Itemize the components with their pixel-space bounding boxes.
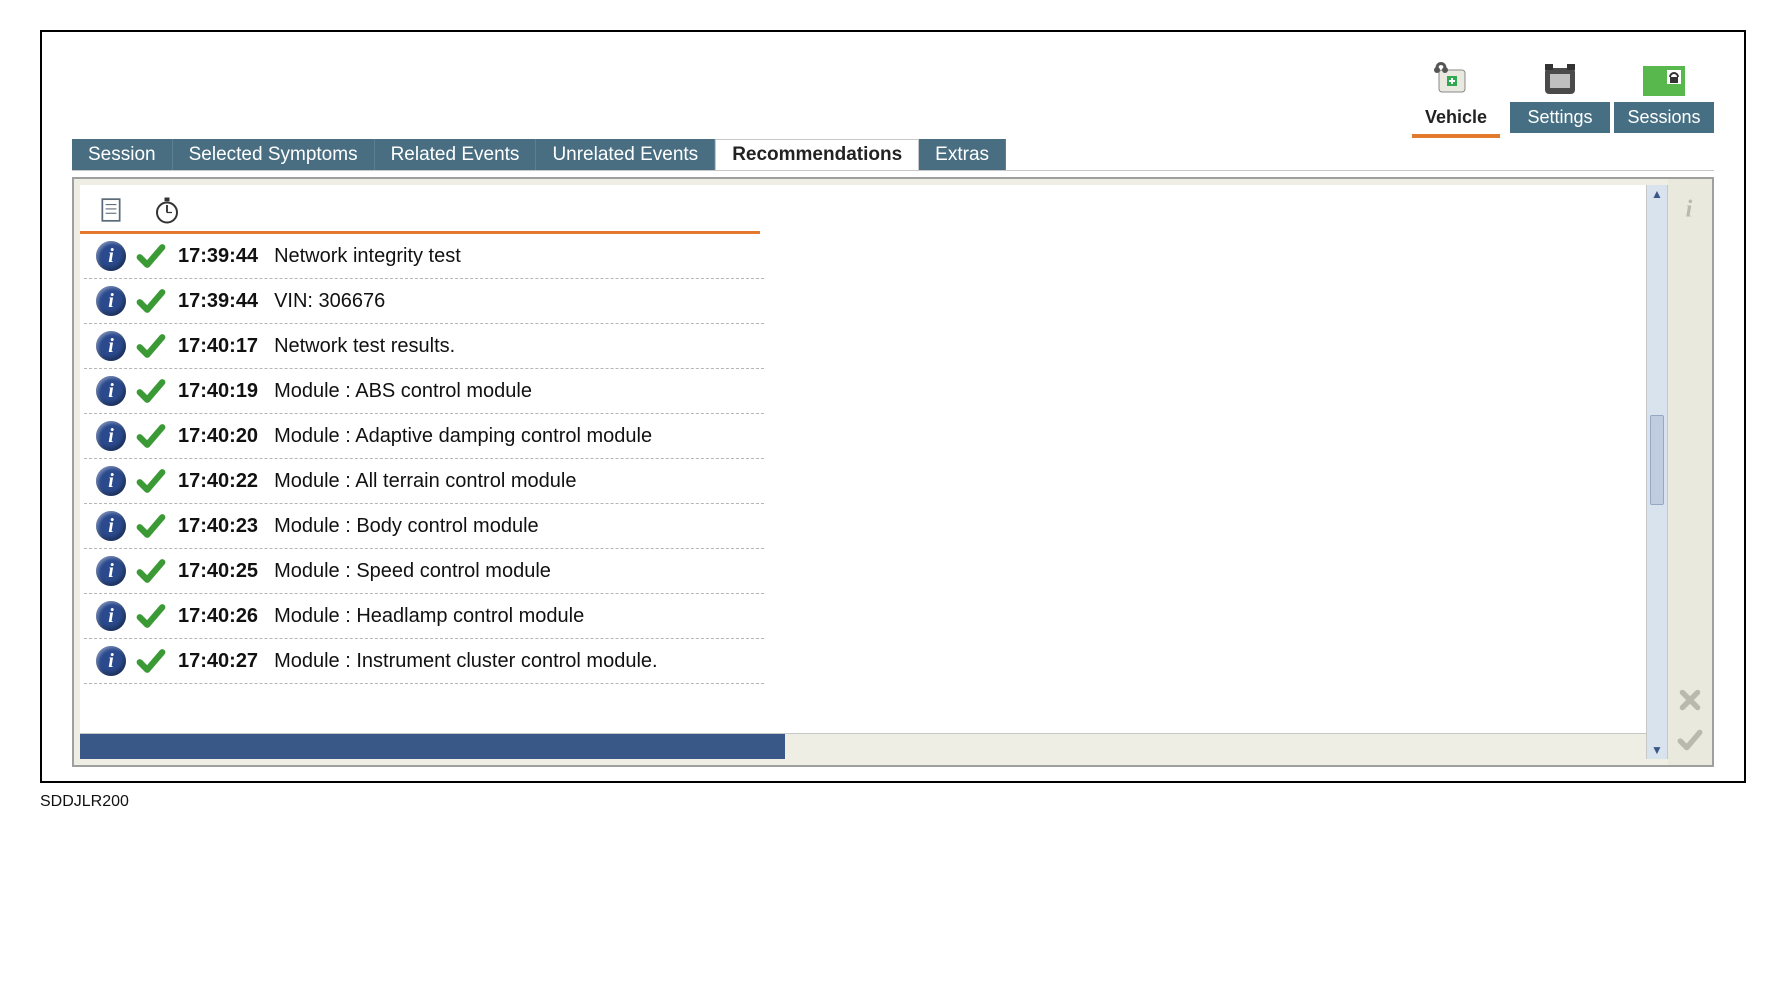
tab-unrelated-events[interactable]: Unrelated Events bbox=[536, 139, 715, 170]
horizontal-scrollbar[interactable] bbox=[80, 733, 1646, 759]
info-badge-icon[interactable]: i bbox=[96, 286, 126, 316]
main-area: i 17:39:44 Network integrity test i 17:39:44… bbox=[72, 177, 1714, 767]
info-badge-icon[interactable]: i bbox=[96, 601, 126, 631]
status-check-icon bbox=[136, 646, 166, 676]
list-row[interactable]: i 17:40:23 Module : Body control module bbox=[84, 504, 764, 549]
row-time: 17:40:26 bbox=[178, 605, 258, 628]
row-description: Module : All terrain control module bbox=[274, 470, 576, 493]
tab-recommendations[interactable]: Recommendations bbox=[715, 139, 919, 170]
row-time: 17:39:44 bbox=[178, 245, 258, 268]
status-check-icon bbox=[136, 601, 166, 631]
tab-session[interactable]: Session bbox=[72, 139, 173, 170]
status-check-icon bbox=[136, 466, 166, 496]
status-check-icon bbox=[136, 286, 166, 316]
hscroll-thumb[interactable] bbox=[80, 734, 785, 759]
tab-selected-symptoms[interactable]: Selected Symptoms bbox=[173, 139, 375, 170]
topnav-settings[interactable]: Settings bbox=[1510, 56, 1610, 133]
row-time: 17:40:22 bbox=[178, 470, 258, 493]
info-icon[interactable]: i bbox=[1675, 193, 1705, 223]
list-row[interactable]: i 17:40:25 Module : Speed control module bbox=[84, 549, 764, 594]
info-badge-icon[interactable]: i bbox=[96, 646, 126, 676]
tabs-row: SessionSelected SymptomsRelated EventsUn… bbox=[72, 139, 1714, 171]
sessions-icon bbox=[1641, 56, 1687, 100]
list-row[interactable]: i 17:40:22 Module : All terrain control mo… bbox=[84, 459, 764, 504]
row-description: Module : Adaptive damping control module bbox=[274, 425, 652, 448]
topnav-label: Settings bbox=[1510, 102, 1610, 133]
top-nav: VehicleSettingsSessions bbox=[72, 56, 1714, 133]
list-row[interactable]: i 17:39:44 Network integrity test bbox=[84, 234, 764, 279]
status-check-icon bbox=[136, 556, 166, 586]
check-icon[interactable] bbox=[1675, 725, 1705, 755]
info-badge-icon[interactable]: i bbox=[96, 331, 126, 361]
status-check-icon bbox=[136, 511, 166, 541]
status-check-icon bbox=[136, 241, 166, 271]
row-time: 17:40:25 bbox=[178, 560, 258, 583]
row-time: 17:40:27 bbox=[178, 650, 258, 673]
list-row[interactable]: i 17:40:19 Module : ABS control module bbox=[84, 369, 764, 414]
scroll-up-arrow[interactable]: ▲ bbox=[1647, 185, 1667, 203]
list-row[interactable]: i 17:40:17 Network test results. bbox=[84, 324, 764, 369]
row-time: 17:39:44 bbox=[178, 290, 258, 313]
row-description: VIN: 306676 bbox=[274, 290, 385, 313]
row-time: 17:40:23 bbox=[178, 515, 258, 538]
status-check-icon bbox=[136, 331, 166, 361]
topnav-vehicle[interactable]: Vehicle bbox=[1406, 56, 1506, 133]
settings-icon bbox=[1537, 56, 1583, 100]
info-badge-icon[interactable]: i bbox=[96, 466, 126, 496]
row-description: Network integrity test bbox=[274, 245, 461, 268]
info-badge-icon[interactable]: i bbox=[96, 376, 126, 406]
close-icon[interactable] bbox=[1675, 685, 1705, 715]
row-description: Network test results. bbox=[274, 335, 455, 358]
topnav-label: Vehicle bbox=[1406, 102, 1506, 133]
info-badge-icon[interactable]: i bbox=[96, 511, 126, 541]
info-badge-icon[interactable]: i bbox=[96, 421, 126, 451]
info-badge-icon[interactable]: i bbox=[96, 241, 126, 271]
topnav-sessions[interactable]: Sessions bbox=[1614, 56, 1714, 133]
topnav-label: Sessions bbox=[1614, 102, 1714, 133]
row-time: 17:40:19 bbox=[178, 380, 258, 403]
svg-text:i: i bbox=[1686, 197, 1693, 221]
list-header bbox=[80, 185, 760, 234]
app-window: VehicleSettingsSessions SessionSelected … bbox=[40, 30, 1746, 783]
row-description: Module : ABS control module bbox=[274, 380, 532, 403]
scroll-down-arrow[interactable]: ▼ bbox=[1647, 741, 1667, 759]
row-time: 17:40:20 bbox=[178, 425, 258, 448]
image-id-label: SDDJLR200 bbox=[40, 793, 1746, 811]
row-time: 17:40:17 bbox=[178, 335, 258, 358]
recommendation-list-panel: i 17:39:44 Network integrity test i 17:39:44… bbox=[80, 185, 1646, 733]
document-icon[interactable] bbox=[96, 195, 126, 225]
list-row[interactable]: i 17:40:27 Module : Instrument cluster con… bbox=[84, 639, 764, 684]
list-row[interactable]: i 17:39:44 VIN: 306676 bbox=[84, 279, 764, 324]
row-description: Module : Instrument cluster control modu… bbox=[274, 650, 658, 673]
row-description: Module : Headlamp control module bbox=[274, 605, 584, 628]
status-check-icon bbox=[136, 421, 166, 451]
vehicle-icon bbox=[1433, 56, 1479, 100]
vscroll-thumb[interactable] bbox=[1650, 415, 1664, 505]
row-description: Module : Body control module bbox=[274, 515, 539, 538]
status-check-icon bbox=[136, 376, 166, 406]
stopwatch-icon[interactable] bbox=[152, 195, 182, 225]
tab-extras[interactable]: Extras bbox=[919, 139, 1006, 170]
list-row[interactable]: i 17:40:20 Module : Adaptive damping contr… bbox=[84, 414, 764, 459]
info-badge-icon[interactable]: i bbox=[96, 556, 126, 586]
tab-related-events[interactable]: Related Events bbox=[375, 139, 537, 170]
list-row[interactable]: i 17:40:26 Module : Headlamp control modul… bbox=[84, 594, 764, 639]
row-description: Module : Speed control module bbox=[274, 560, 551, 583]
side-toolbar: i bbox=[1668, 179, 1712, 765]
vertical-scrollbar[interactable]: ▲ ▼ bbox=[1646, 185, 1668, 759]
rows-container: i 17:39:44 Network integrity test i 17:39:44… bbox=[80, 234, 1646, 733]
